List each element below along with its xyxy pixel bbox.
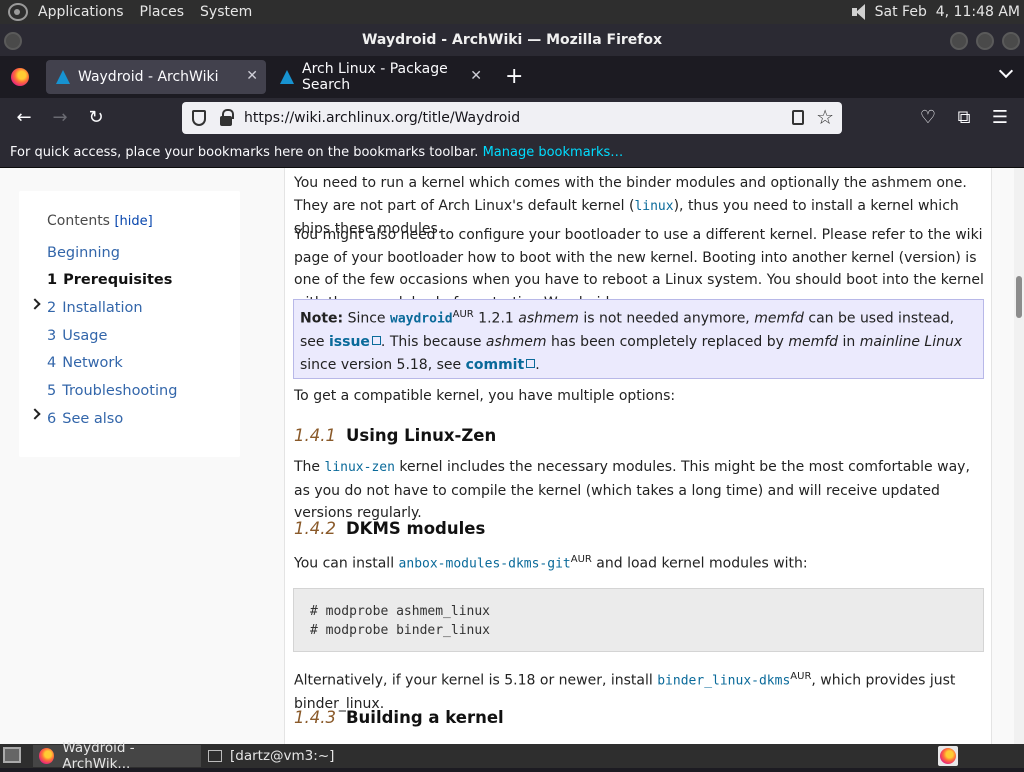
system-menu[interactable]: System [192,4,260,20]
toc-item-label: Network [62,355,123,371]
firefox-icon [39,748,55,764]
table-of-contents: Contents [hide] Beginning 1 Prerequisites… [19,191,240,457]
heading-linux-zen: 1.4.1 Using Linux-Zen [294,426,497,445]
bottom-panel: Waydroid - ArchWik... [dartz@vm3:~] [0,740,1024,772]
close-tab-icon[interactable]: ✕ [246,68,258,84]
toc-hide-link[interactable]: [hide] [114,214,152,229]
pkg-link-anbox-modules[interactable]: anbox-modules-dkms-git [399,557,571,572]
volume-icon[interactable] [849,3,869,21]
taskbar-label: Waydroid - ArchWik... [62,740,135,772]
distro-logo-icon[interactable] [8,3,28,21]
commit-link[interactable]: commit [466,357,525,373]
window-titlebar[interactable]: Waydroid - ArchWiki — Mozilla Firefox [0,24,1024,56]
close-window-button[interactable] [1002,32,1020,50]
bookmarks-hint: For quick access, place your bookmarks h… [10,145,479,160]
taskbar-terminal[interactable]: [dartz@vm3:~] [202,745,362,767]
toc-item-number: 5 [47,383,57,399]
external-link-icon [371,336,381,346]
list-all-tabs-icon[interactable] [1000,66,1012,78]
terminal-icon [208,750,222,762]
bookmark-star-icon[interactable]: ☆ [816,106,834,128]
heading-building-kernel: 1.4.3 Building a kernel [294,708,504,727]
toc-item-label: Beginning [47,245,120,261]
navigation-toolbar: ← → ↻ https://wiki.archlinux.org/title/W… [0,98,1024,138]
issue-link[interactable]: issue [329,334,370,350]
toc-item-number: 4 [47,355,57,371]
toc-item-prerequisites[interactable]: 1 Prerequisites [47,272,172,288]
tracking-protection-icon[interactable] [192,110,206,126]
toc-item-usage[interactable]: 3 Usage [47,328,107,344]
url-bar[interactable]: https://wiki.archlinux.org/title/Waydroi… [182,102,842,134]
pkg-link-waydroid[interactable]: waydroid [390,312,453,327]
places-menu[interactable]: Places [132,4,193,20]
paragraph-linux-zen: The linux-zen kernel includes the necess… [294,459,970,521]
firefox-view-icon[interactable] [11,68,29,86]
bookmarks-toolbar: For quick access, place your bookmarks h… [0,138,1024,168]
app-menu-icon[interactable]: ☰ [989,107,1011,129]
archlinux-favicon-icon [280,70,294,84]
toc-title: Contents [47,213,110,229]
url-text[interactable]: https://wiki.archlinux.org/title/Waydroi… [244,110,520,126]
reader-view-icon[interactable] [792,110,804,125]
expand-chevron-icon[interactable] [29,408,41,420]
pkg-link-binder-linux-dkms[interactable]: binder_linux-dkms [657,674,790,689]
toc-item-label: See also [62,411,124,427]
toc-heading: Contents [hide] [47,213,153,229]
tab-label: Arch Linux - Package Search [302,61,448,93]
page-content: Contents [hide] Beginning 1 Prerequisites… [0,168,1024,744]
toc-item-troubleshooting[interactable]: 5 Troubleshooting [47,383,177,399]
pkg-link-linux-zen[interactable]: linux-zen [325,460,395,475]
applications-menu[interactable]: Applications [30,4,132,20]
toc-item-label: Troubleshooting [62,383,178,399]
archlinux-favicon-icon [56,70,70,84]
tab-label: Waydroid - ArchWiki [78,69,219,85]
toc-item-network[interactable]: 4 Network [47,355,123,371]
external-link-icon [526,358,536,368]
code-block: # modprobe ashmem_linux # modprobe binde… [293,588,984,652]
window-menu-button[interactable] [4,32,22,50]
panel-clock[interactable]: Sat Feb 4, 11:48 AM [875,4,1020,20]
expand-chevron-icon[interactable] [29,298,41,310]
new-tab-button[interactable]: + [505,64,523,89]
toc-item-label: Installation [62,300,143,316]
tab-waydroid[interactable]: Waydroid - ArchWiki ✕ [46,60,266,94]
taskbar-label: [dartz@vm3:~] [230,748,335,764]
paragraph-dkms: You can install anbox-modules-dkms-gitAU… [294,554,808,572]
forward-icon[interactable]: → [49,107,71,129]
article-body: You need to run a kernel which comes wit… [284,168,992,744]
minimize-button[interactable] [950,32,968,50]
maximize-button[interactable] [976,32,994,50]
paragraph-options: To get a compatible kernel, you have mul… [294,388,676,404]
manage-bookmarks-link[interactable]: Manage bookmarks… [483,145,624,160]
toc-item-installation[interactable]: 2 Installation [47,300,143,316]
toc-item-number: 6 [47,411,57,427]
extensions-icon[interactable]: ⧉ [953,107,975,129]
pkg-link-linux[interactable]: linux [634,199,673,214]
reload-icon[interactable]: ↻ [85,107,107,129]
panel-menus: Applications Places System [8,3,260,21]
top-panel: Applications Places System Sat Feb 4, 11… [0,0,1024,24]
toc-item-see-also[interactable]: 6 See also [47,411,123,427]
page-scrollbar[interactable] [1014,168,1024,744]
taskbar-firefox[interactable]: Waydroid - ArchWik... [33,740,201,772]
lock-icon[interactable] [220,109,234,126]
toc-item-number: 1 [47,272,58,288]
toc-item-beginning[interactable]: Beginning [47,245,120,261]
toc-item-number: 3 [47,328,57,344]
note-text: Note: Since waydroidAUR 1.2.1 ashmem is … [300,309,963,373]
toc-item-label: Prerequisites [63,272,173,288]
show-desktop-icon[interactable] [3,747,21,763]
window-title: Waydroid - ArchWiki — Mozilla Firefox [361,32,663,48]
scrollbar-thumb[interactable] [1016,276,1022,318]
tab-package-search[interactable]: Arch Linux - Package Search ✕ [270,60,490,94]
heading-dkms: 1.4.2 DKMS modules [294,519,486,538]
close-tab-icon[interactable]: ✕ [470,68,482,84]
toc-item-number: 2 [47,300,57,316]
workspace-switcher-icon[interactable] [938,746,958,766]
toc-item-label: Usage [62,328,108,344]
pocket-icon[interactable]: ♡ [917,107,939,129]
back-icon[interactable]: ← [13,107,35,129]
